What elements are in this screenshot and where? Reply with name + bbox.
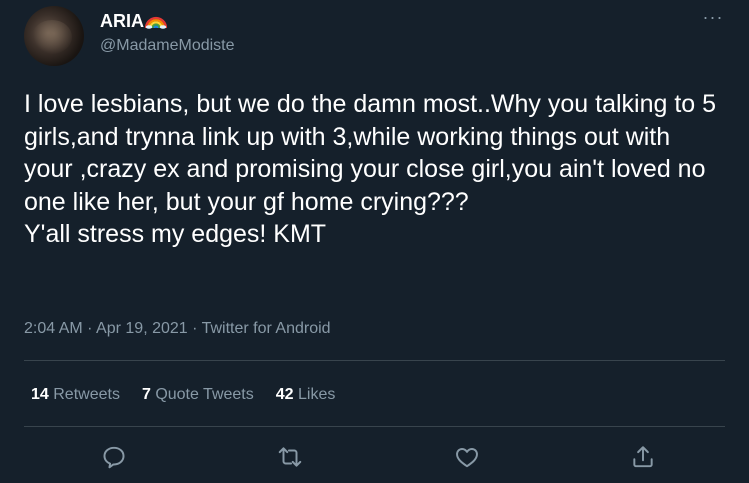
share-icon[interactable] <box>630 444 656 470</box>
user-handle[interactable]: @MadameModiste <box>100 36 235 56</box>
retweets-label: Retweets <box>53 386 120 403</box>
rainbow-icon <box>144 11 168 34</box>
retweets-stat[interactable]: 14 Retweets <box>31 384 120 406</box>
retweets-count: 14 <box>31 386 49 403</box>
tweet-meta: 2:04 AM · Apr 19, 2021 · Twitter for And… <box>24 318 331 340</box>
likes-stat[interactable]: 42 Likes <box>276 384 336 406</box>
quote-tweets-stat[interactable]: 7 Quote Tweets <box>142 384 254 406</box>
reply-icon[interactable] <box>101 444 127 470</box>
likes-label: Likes <box>298 386 336 403</box>
tweet-source[interactable]: Twitter for Android <box>202 320 331 337</box>
action-bar <box>0 440 749 474</box>
display-name-text: ARIA <box>100 11 144 31</box>
likes-count: 42 <box>275 386 294 403</box>
meta-separator: · <box>187 320 202 337</box>
display-name[interactable]: ARIA <box>100 10 168 34</box>
more-options-icon[interactable]: ··· <box>701 8 725 30</box>
quote-tweets-count: 7 <box>141 386 151 403</box>
avatar[interactable] <box>24 6 84 66</box>
tweet-time[interactable]: 2:04 AM <box>24 320 83 337</box>
avatar-image <box>32 20 72 54</box>
tweet-card: ARIA @MadameModiste ··· I love lesbians,… <box>0 0 749 483</box>
divider <box>24 360 725 361</box>
like-icon[interactable] <box>454 444 480 470</box>
meta-separator: · <box>82 320 97 337</box>
retweet-icon[interactable] <box>277 444 303 470</box>
divider <box>24 426 725 427</box>
tweet-text: I love lesbians, but we do the damn most… <box>24 90 717 248</box>
quote-tweets-label: Quote Tweets <box>155 386 254 403</box>
tweet-date[interactable]: Apr 19, 2021 <box>96 320 188 337</box>
tweet-stats: 14 Retweets 7 Quote Tweets 42 Likes <box>31 384 357 406</box>
